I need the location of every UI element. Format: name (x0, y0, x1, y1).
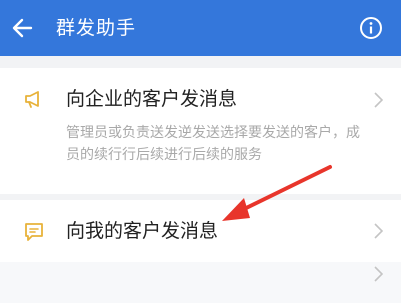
info-button[interactable] (359, 16, 383, 40)
page-title: 群发助手 (56, 17, 137, 39)
back-button[interactable] (6, 12, 38, 44)
item-title: 向企业的客户发消息 (66, 88, 238, 110)
app-bar: 群发助手 (0, 0, 401, 56)
item-description: 管理员或负责送发逆发送选择要发送的客户，成员的续行行后续进行后续的服务 (66, 125, 360, 163)
info-icon (360, 17, 382, 39)
chevron-right-icon (371, 221, 385, 241)
back-arrow-icon (12, 18, 33, 38)
chevron-right-icon (371, 90, 385, 110)
item-title: 向我的客户发消息 (66, 220, 219, 242)
message-icon (22, 220, 46, 244)
list-item-partial[interactable] (0, 262, 401, 303)
list-item-enterprise-customers[interactable]: 向企业的客户发消息 管理员或负责送发逆发送选择要发送的客户，成员的续行行后续进行… (0, 68, 401, 194)
list-item-my-customers[interactable]: 向我的客户发消息 (0, 200, 401, 262)
chevron-right-icon (371, 264, 385, 284)
megaphone-icon (22, 87, 46, 111)
